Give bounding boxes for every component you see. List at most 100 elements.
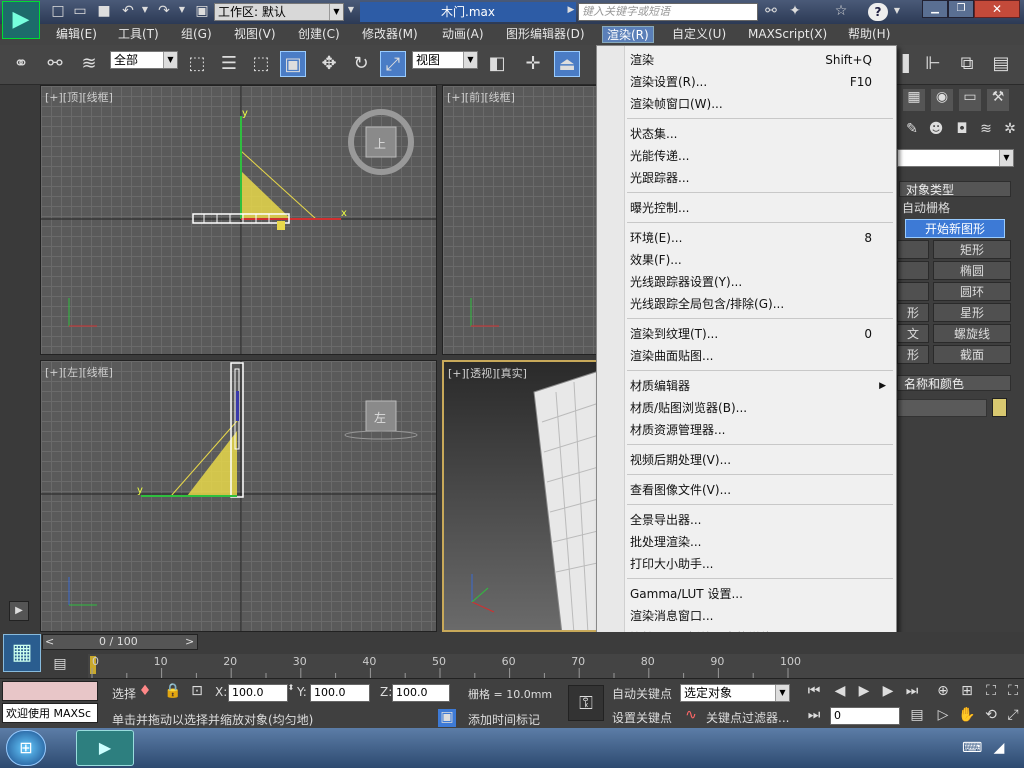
- menu-graph-editors[interactable]: 图形编辑器(D): [502, 26, 589, 43]
- reference-coord-select[interactable]: 视图 ▼: [412, 51, 478, 69]
- menu-customize[interactable]: 自定义(U): [668, 26, 730, 43]
- selection-lock-icon[interactable]: 🔒: [164, 683, 181, 699]
- pan-icon[interactable]: ✋: [958, 707, 976, 723]
- scene-explorer-icon[interactable]: ▤: [988, 51, 1014, 77]
- prev-frame-icon[interactable]: <: [45, 635, 54, 648]
- shape-button-left-0[interactable]: [897, 240, 929, 259]
- go-to-start-icon[interactable]: ⏮: [805, 683, 823, 699]
- z-coordinate-input[interactable]: 100.0: [392, 684, 450, 702]
- utilities-tab-icon[interactable]: ⚒: [987, 89, 1009, 111]
- rendering-menu-item[interactable]: 渲染 Shift+Q: [630, 49, 892, 71]
- rendering-menu-item[interactable]: 光能传递...: [630, 145, 892, 167]
- helpers-icon[interactable]: ◘: [953, 121, 971, 137]
- display-tab-icon[interactable]: ▭: [959, 89, 981, 111]
- pivot-center-icon[interactable]: ◧: [484, 51, 510, 77]
- go-to-end-icon[interactable]: ⏭: [903, 683, 921, 699]
- mini-curve-editor-icon[interactable]: ▤: [48, 656, 72, 674]
- window-crossing-icon[interactable]: ▣: [280, 51, 306, 77]
- volume-tray-icon[interactable]: ◢: [990, 740, 1008, 756]
- rendering-menu-item[interactable]: 批处理渲染...: [630, 531, 892, 553]
- key-filter-icon[interactable]: ∿: [682, 707, 700, 723]
- rectangle-selection-icon[interactable]: ⬚: [248, 51, 274, 77]
- unlink-icon[interactable]: ⚯: [42, 51, 68, 77]
- key-mode-toggle-icon[interactable]: ⏭: [805, 707, 823, 723]
- shape-button-left-2[interactable]: [897, 282, 929, 301]
- menu-tools[interactable]: 工具(T): [114, 26, 163, 43]
- category-select[interactable]: ▼: [897, 149, 1014, 167]
- taskbar-3dsmax-button[interactable]: ▶: [76, 730, 134, 766]
- space-warps-icon[interactable]: ≋: [977, 121, 995, 137]
- orbit-icon[interactable]: ⟲: [982, 707, 1000, 723]
- object-name-input[interactable]: [897, 399, 987, 417]
- select-object-icon[interactable]: ⬚: [184, 51, 210, 77]
- minimize-button[interactable]: ▁: [922, 0, 948, 18]
- menu-animation[interactable]: 动画(A): [438, 26, 488, 43]
- menu-modifiers[interactable]: 修改器(M): [358, 26, 422, 43]
- workspace-select[interactable]: 工作区: 默认 ▼: [214, 3, 344, 21]
- rendering-menu-item[interactable]: 查看图像文件(V)...: [630, 479, 892, 501]
- binoculars-icon[interactable]: ⚯: [762, 3, 780, 19]
- viewport-left[interactable]: [+][左][线框] y 左: [40, 360, 437, 632]
- shape-button-left-1[interactable]: [897, 261, 929, 280]
- undo-dropdown-icon[interactable]: ▼: [140, 5, 150, 14]
- lights-icon[interactable]: ✎: [903, 121, 921, 137]
- rendering-menu-item[interactable]: 打印大小助手...: [630, 553, 892, 575]
- systems-icon[interactable]: ✲: [1001, 121, 1019, 137]
- selection-filter-select[interactable]: 全部 ▼: [110, 51, 178, 69]
- key-filter-button[interactable]: 关键点过滤器...: [706, 709, 789, 726]
- bind-space-warp-icon[interactable]: ≋: [76, 51, 102, 77]
- rendering-menu-item[interactable]: 材质资源管理器...: [630, 419, 892, 441]
- next-frame-icon[interactable]: >: [185, 635, 194, 648]
- favorites-star-icon[interactable]: ☆: [832, 3, 850, 19]
- rendering-menu-item[interactable]: 渲染到纹理(T)... 0: [630, 323, 892, 345]
- play-icon[interactable]: ▶: [855, 683, 873, 699]
- next-key-icon[interactable]: ▶: [879, 683, 897, 699]
- keyboard-tray-icon[interactable]: ⌨: [962, 740, 982, 756]
- object-type-header[interactable]: 对象类型: [899, 181, 1011, 197]
- rendering-menu-item[interactable]: 渲染帧窗口(W)...: [630, 93, 892, 115]
- viewport-perspective[interactable]: [+][透视][真实]: [442, 360, 600, 632]
- communication-center-icon[interactable]: ✦: [786, 3, 804, 19]
- rotate-icon[interactable]: ↻: [348, 51, 374, 77]
- keyboard-shortcut-override-icon[interactable]: ⏏: [554, 51, 580, 77]
- new-file-icon[interactable]: □: [50, 3, 66, 19]
- start-button[interactable]: ⊞: [6, 730, 46, 766]
- shape-button-left-4[interactable]: 文: [897, 324, 929, 343]
- align-left-icon[interactable]: ⊩: [920, 51, 946, 77]
- layer-manager-icon[interactable]: ⧉: [954, 51, 980, 77]
- rendering-menu-item[interactable]: 材质编辑器 ▶: [630, 375, 892, 397]
- rendering-menu-item[interactable]: 曝光控制...: [630, 197, 892, 219]
- rendering-menu-item[interactable]: 全景导出器...: [630, 509, 892, 531]
- viewport-layout-icon[interactable]: ▦: [3, 634, 41, 672]
- time-tag-icon[interactable]: ▣: [438, 709, 456, 727]
- rendering-menu-item[interactable]: 材质/贴图浏览器(B)...: [630, 397, 892, 419]
- menu-help[interactable]: 帮助(H): [844, 26, 894, 43]
- maximize-viewport-icon[interactable]: ⤢: [1004, 707, 1022, 723]
- app-logo-icon[interactable]: ▶: [2, 1, 40, 39]
- set-key-button[interactable]: 设置关键点: [612, 709, 672, 726]
- link-icon[interactable]: ⚭: [8, 51, 34, 77]
- donut-button[interactable]: 圆环: [933, 282, 1011, 301]
- maxscript-mini-listener[interactable]: [2, 681, 98, 701]
- prev-key-icon[interactable]: ◀: [831, 683, 849, 699]
- maximize-button[interactable]: ❐: [948, 0, 974, 18]
- set-key-icon[interactable]: ⚿: [568, 685, 604, 721]
- viewport-front[interactable]: [+][前][线框]: [442, 85, 600, 355]
- rendering-menu-item[interactable]: 光跟踪器...: [630, 167, 892, 189]
- name-color-header[interactable]: 名称和颜色: [897, 375, 1011, 391]
- menu-edit[interactable]: 编辑(E): [52, 26, 101, 43]
- rendering-menu-item[interactable]: 视频后期处理(V)...: [630, 449, 892, 471]
- expand-arrow-icon[interactable]: ▶: [9, 601, 29, 621]
- y-coordinate-input[interactable]: 100.0: [310, 684, 370, 702]
- hierarchy-tab-icon[interactable]: ◉: [931, 89, 953, 111]
- rendering-menu-item[interactable]: 环境(E)... 8: [630, 227, 892, 249]
- search-input[interactable]: 键入关键字或短语: [578, 3, 758, 21]
- redo-icon[interactable]: ↷: [156, 3, 172, 19]
- save-icon[interactable]: ■: [96, 3, 112, 19]
- auto-grid-label[interactable]: 自动栅格: [902, 199, 950, 216]
- zoom-icon[interactable]: ⊕: [934, 683, 952, 699]
- rendering-menu-item[interactable]: 光线跟踪全局包含/排除(G)...: [630, 293, 892, 315]
- add-time-tag-label[interactable]: 添加时间标记: [468, 711, 540, 728]
- menu-group[interactable]: 组(G): [177, 26, 216, 43]
- help-button[interactable]: ?: [868, 3, 888, 21]
